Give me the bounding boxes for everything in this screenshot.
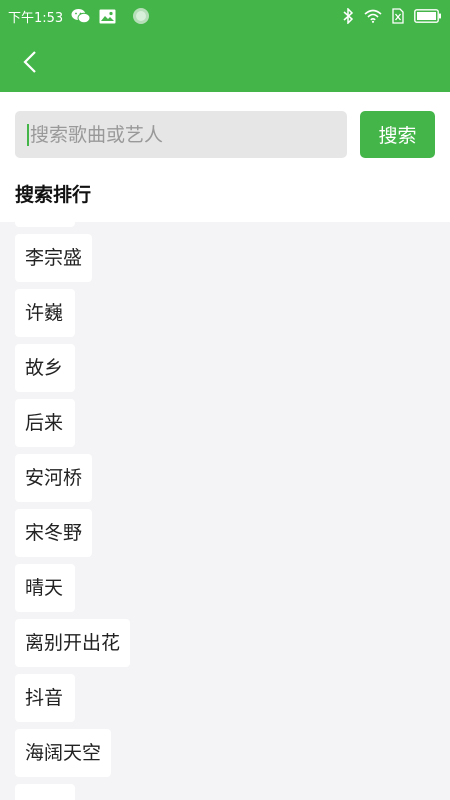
wechat-icon xyxy=(71,8,91,24)
ranking-item[interactable]: 宋冬野 xyxy=(15,509,93,557)
search-button[interactable]: 搜索 xyxy=(360,111,435,158)
ranking-item[interactable]: 晴天 xyxy=(15,564,75,612)
ranking-item[interactable]: 李宗盛 xyxy=(15,234,93,282)
sim-off-icon xyxy=(392,8,404,24)
status-left-group: 下午1:53 xyxy=(8,7,150,26)
ranking-item[interactable]: 许巍 xyxy=(15,289,75,337)
chevron-left-icon xyxy=(23,50,37,74)
search-input[interactable] xyxy=(30,123,320,146)
circle-icon xyxy=(132,7,150,25)
ranking-item[interactable]: 海阔天空 xyxy=(15,729,112,777)
section-title-search-ranking: 搜索排行 xyxy=(15,184,92,206)
ranking-item[interactable]: 后来 xyxy=(15,399,75,447)
battery-icon xyxy=(414,9,442,23)
ranking-item[interactable]: 离别开出花 xyxy=(15,619,131,667)
text-caret xyxy=(27,123,29,146)
status-time: 下午1:53 xyxy=(8,10,64,26)
status-bar: 下午1:53 xyxy=(0,0,450,32)
back-button[interactable] xyxy=(14,46,46,78)
bluetooth-icon xyxy=(343,8,354,24)
ranking-item[interactable] xyxy=(15,784,75,800)
ranking-item[interactable]: 故乡 xyxy=(15,344,75,392)
ranking-item[interactable]: 抖音 xyxy=(15,674,75,722)
search-field[interactable] xyxy=(15,111,347,158)
image-icon xyxy=(99,9,116,24)
search-area: 搜索 搜索排行 xyxy=(0,92,450,222)
ranking-item[interactable] xyxy=(15,222,75,227)
search-ranking-list[interactable]: 李宗盛 许巍 故乡 后来 安河桥 宋冬野 晴天 离别开出花 抖音 海阔天空 xyxy=(0,222,450,800)
app-bar xyxy=(0,32,450,92)
status-right-group xyxy=(343,8,442,24)
ranking-item[interactable]: 安河桥 xyxy=(15,454,93,502)
ranking-items-container: 李宗盛 许巍 故乡 后来 安河桥 宋冬野 晴天 离别开出花 抖音 海阔天空 xyxy=(15,222,131,800)
wifi-icon xyxy=(364,9,382,23)
